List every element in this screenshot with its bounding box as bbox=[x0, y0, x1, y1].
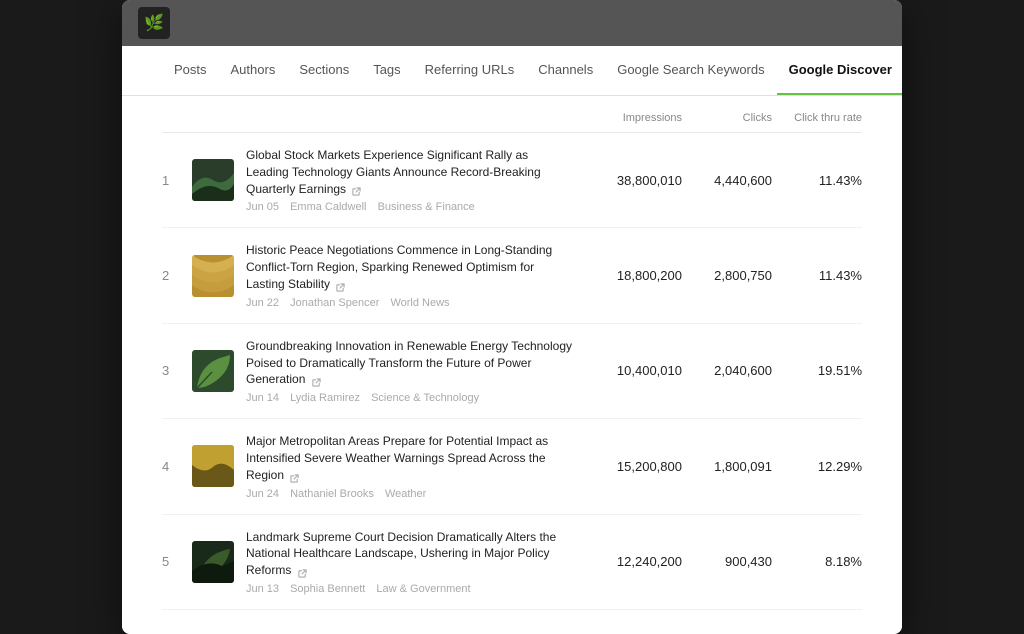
article-thumbnail bbox=[192, 541, 234, 583]
article-author: Jonathan Spencer bbox=[290, 297, 379, 309]
nav-channels[interactable]: Channels bbox=[526, 46, 605, 95]
article-section: Weather bbox=[385, 488, 426, 500]
article-title[interactable]: Landmark Supreme Court Decision Dramatic… bbox=[246, 529, 572, 579]
impressions-value: 38,800,010 bbox=[572, 173, 682, 188]
external-link-icon[interactable] bbox=[312, 375, 322, 385]
table-row: 1 Global Stock Markets Experience Signif… bbox=[162, 133, 862, 228]
table-row: 5 Landmark Supreme Court Decision Dramat… bbox=[162, 515, 862, 610]
nav-referring-urls[interactable]: Referring URLs bbox=[413, 46, 527, 95]
content-area: Impressions Clicks Click thru rate 1 Glo… bbox=[122, 96, 902, 634]
table-header: Impressions Clicks Click thru rate bbox=[162, 96, 862, 133]
article-author: Sophia Bennett bbox=[290, 583, 365, 595]
nav-sections[interactable]: Sections bbox=[287, 46, 361, 95]
row-rank: 1 bbox=[162, 173, 192, 188]
external-link-icon[interactable] bbox=[352, 184, 362, 194]
ctr-header: Click thru rate bbox=[772, 112, 862, 124]
article-author: Emma Caldwell bbox=[290, 201, 366, 213]
ctr-value: 19.51% bbox=[772, 363, 862, 378]
article-meta: Jun 05 Emma Caldwell Business & Finance bbox=[246, 201, 572, 213]
table-body: 1 Global Stock Markets Experience Signif… bbox=[162, 133, 862, 610]
article-title[interactable]: Major Metropolitan Areas Prepare for Pot… bbox=[246, 433, 572, 483]
nav-google-discover[interactable]: Google Discover bbox=[777, 46, 902, 95]
impressions-header: Impressions bbox=[572, 112, 682, 124]
impressions-value: 18,800,200 bbox=[572, 268, 682, 283]
logo: 🌿 bbox=[138, 7, 170, 39]
impressions-value: 10,400,010 bbox=[572, 363, 682, 378]
external-link-icon[interactable] bbox=[290, 471, 300, 481]
article-section: Science & Technology bbox=[371, 392, 479, 404]
nav-google-search-keywords[interactable]: Google Search Keywords bbox=[605, 46, 776, 95]
article-date: Jun 22 bbox=[246, 297, 279, 309]
clicks-value: 2,040,600 bbox=[682, 363, 772, 378]
article-meta: Jun 22 Jonathan Spencer World News bbox=[246, 297, 572, 309]
row-rank: 4 bbox=[162, 459, 192, 474]
article-title[interactable]: Historic Peace Negotiations Commence in … bbox=[246, 242, 572, 292]
article-date: Jun 24 bbox=[246, 488, 279, 500]
clicks-value: 2,800,750 bbox=[682, 268, 772, 283]
article-thumbnail bbox=[192, 159, 234, 201]
nav-posts[interactable]: Posts bbox=[162, 46, 219, 95]
article-info: Groundbreaking Innovation in Renewable E… bbox=[246, 338, 572, 404]
article-info: Global Stock Markets Experience Signific… bbox=[246, 147, 572, 213]
article-date: Jun 14 bbox=[246, 392, 279, 404]
article-section: Law & Government bbox=[376, 583, 470, 595]
row-rank: 3 bbox=[162, 363, 192, 378]
article-meta: Jun 24 Nathaniel Brooks Weather bbox=[246, 488, 572, 500]
clicks-header: Clicks bbox=[682, 112, 772, 124]
table-row: 3 Groundbreaking Innovation in Renewable… bbox=[162, 324, 862, 419]
ctr-value: 8.18% bbox=[772, 554, 862, 569]
table-row: 4 Major Metropolitan Areas Prepare for P… bbox=[162, 419, 862, 514]
row-rank: 5 bbox=[162, 554, 192, 569]
nav-authors[interactable]: Authors bbox=[219, 46, 288, 95]
impressions-value: 15,200,800 bbox=[572, 459, 682, 474]
article-section: Business & Finance bbox=[378, 201, 475, 213]
article-meta: Jun 13 Sophia Bennett Law & Government bbox=[246, 583, 572, 595]
external-link-icon[interactable] bbox=[336, 280, 346, 290]
ctr-value: 12.29% bbox=[772, 459, 862, 474]
article-info: Major Metropolitan Areas Prepare for Pot… bbox=[246, 433, 572, 499]
titlebar: 🌿 bbox=[122, 0, 902, 46]
article-title[interactable]: Global Stock Markets Experience Signific… bbox=[246, 147, 572, 197]
ctr-value: 11.43% bbox=[772, 173, 862, 188]
nav-tags[interactable]: Tags bbox=[361, 46, 412, 95]
article-date: Jun 13 bbox=[246, 583, 279, 595]
ctr-value: 11.43% bbox=[772, 268, 862, 283]
article-title[interactable]: Groundbreaking Innovation in Renewable E… bbox=[246, 338, 572, 388]
impressions-value: 12,240,200 bbox=[572, 554, 682, 569]
article-info: Landmark Supreme Court Decision Dramatic… bbox=[246, 529, 572, 595]
external-link-icon[interactable] bbox=[298, 566, 308, 576]
article-thumbnail bbox=[192, 445, 234, 487]
main-window: 🌿 Posts Authors Sections Tags Referring … bbox=[122, 0, 902, 634]
article-section: World News bbox=[390, 297, 449, 309]
nav-bar: Posts Authors Sections Tags Referring UR… bbox=[122, 46, 902, 96]
clicks-value: 4,440,600 bbox=[682, 173, 772, 188]
clicks-value: 1,800,091 bbox=[682, 459, 772, 474]
article-meta: Jun 14 Lydia Ramirez Science & Technolog… bbox=[246, 392, 572, 404]
clicks-value: 900,430 bbox=[682, 554, 772, 569]
table-row: 2 Historic Peace Negotiations Commence i… bbox=[162, 228, 862, 323]
article-author: Lydia Ramirez bbox=[290, 392, 360, 404]
article-thumbnail bbox=[192, 350, 234, 392]
article-thumbnail bbox=[192, 255, 234, 297]
row-rank: 2 bbox=[162, 268, 192, 283]
logo-icon: 🌿 bbox=[144, 13, 164, 33]
article-author: Nathaniel Brooks bbox=[290, 488, 374, 500]
article-date: Jun 05 bbox=[246, 201, 279, 213]
article-info: Historic Peace Negotiations Commence in … bbox=[246, 242, 572, 308]
